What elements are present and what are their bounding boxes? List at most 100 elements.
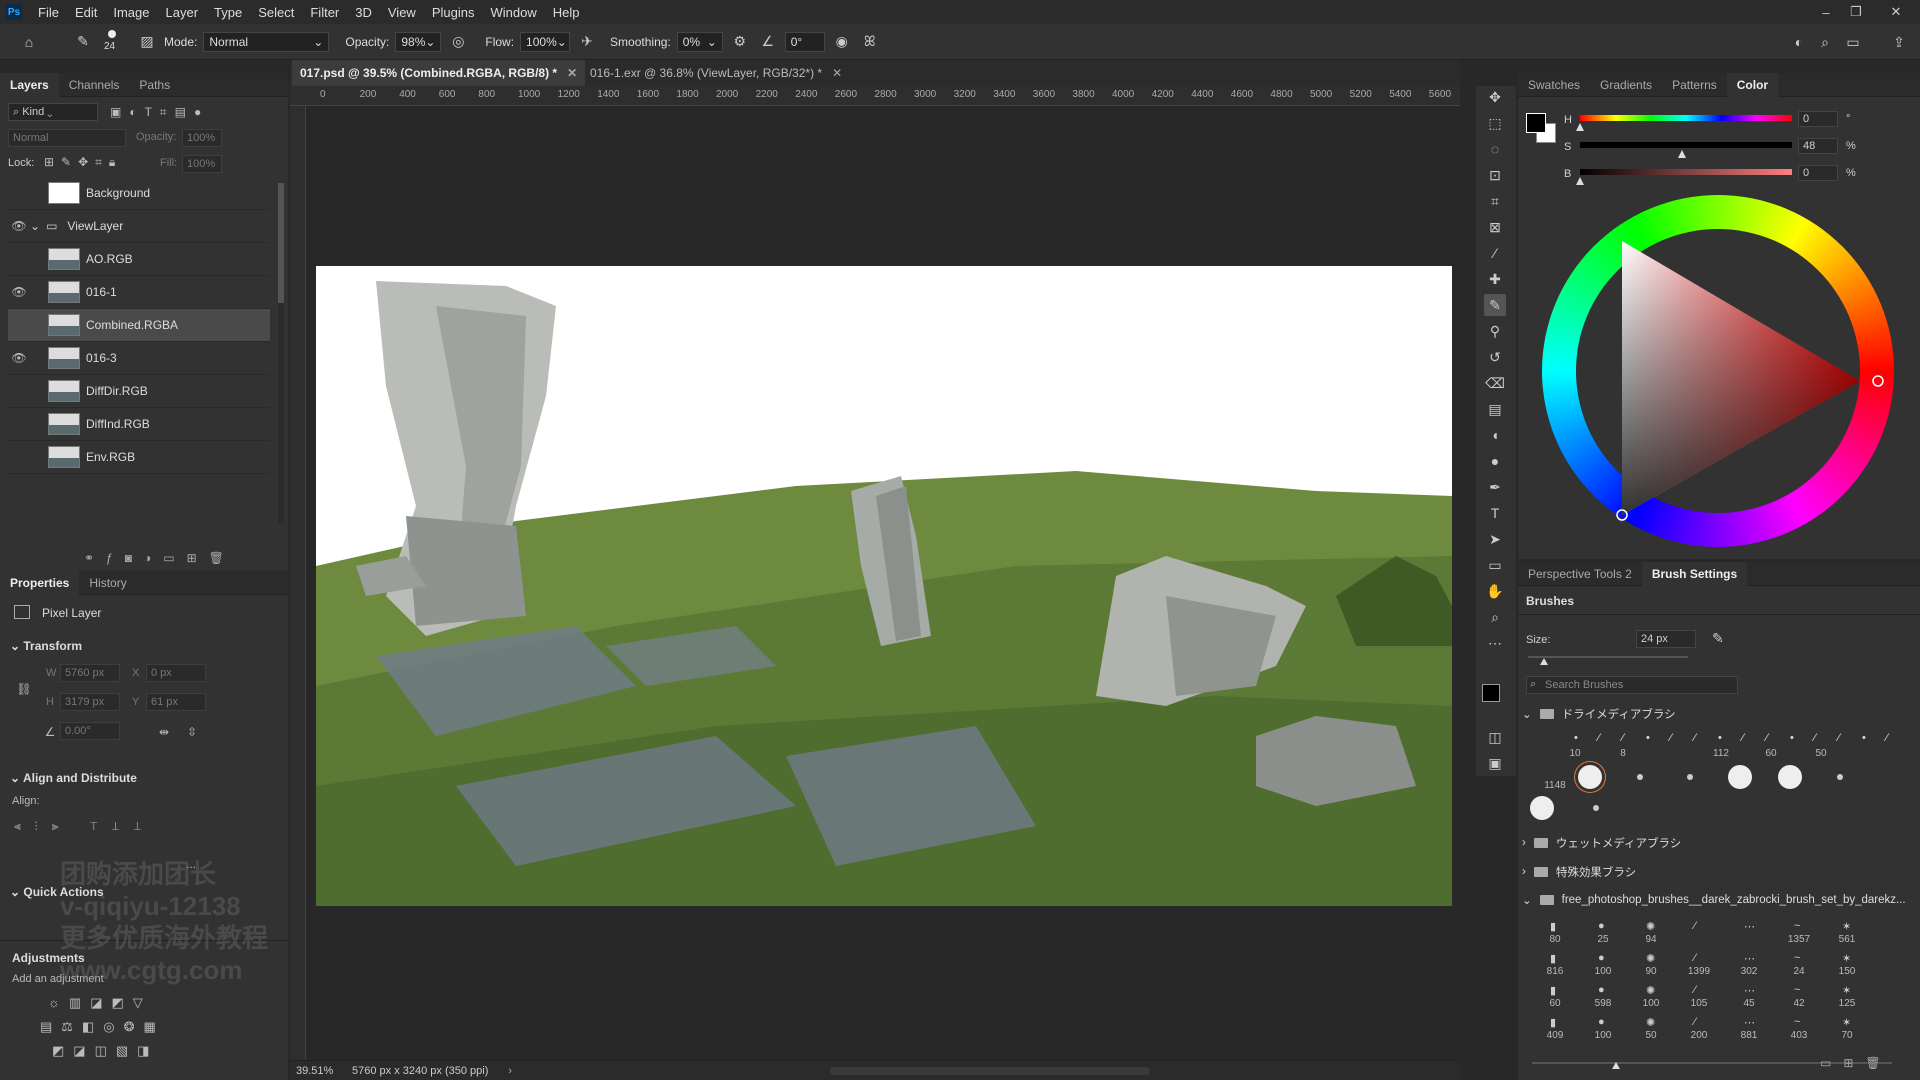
frame-tool-icon[interactable]: ⊠ [1484, 216, 1506, 238]
rectangle-tool-icon[interactable]: ▭ [1484, 554, 1506, 576]
move-tool-icon[interactable]: ✥ [1484, 86, 1506, 108]
lasso-tool-icon[interactable]: ◌ [1484, 138, 1506, 160]
eraser-tool-icon[interactable]: ⌫ [1484, 372, 1506, 394]
quick-actions-heading[interactable]: ⌄ Quick Actions [10, 885, 104, 899]
layer-filter-icons[interactable]: ▣◐T⌗▤● [110, 105, 209, 120]
more-align-button[interactable]: ... [186, 857, 196, 871]
mode-select[interactable]: Normal ⌄ [203, 31, 330, 52]
eye-icon[interactable]: 👁︎ [8, 219, 30, 233]
home-icon[interactable]: ⌂ [18, 31, 40, 53]
brush-tip-thumbnail[interactable]: ✺ [1646, 1016, 1655, 1029]
layer-row[interactable]: DiffDir.RGB [8, 375, 270, 408]
brush-tip-thumbnail[interactable]: ⋯ [1744, 984, 1755, 997]
layers-tab-channels[interactable]: Channels [59, 73, 130, 97]
brush-size-input[interactable]: 24 px [1636, 630, 1696, 648]
hand-tool-icon[interactable]: ✋ [1484, 580, 1506, 602]
width-field[interactable]: 5760 px [60, 664, 120, 682]
align-heading[interactable]: ⌄ Align and Distribute [10, 771, 137, 785]
search-icon[interactable]: ⌕ [1814, 31, 1836, 53]
user-icon[interactable]: ◐ [1788, 31, 1810, 53]
brush-tip-thumbnail[interactable]: ⁄ [1694, 920, 1696, 932]
brush-tip-round[interactable] [1578, 765, 1602, 789]
pressure-opacity-icon[interactable]: ◎ [447, 31, 469, 53]
brush-tip-thumbnail[interactable]: ● [1598, 984, 1605, 996]
menu-file[interactable]: File [30, 5, 67, 20]
brush-tip-thumbnail[interactable]: ✺ [1646, 952, 1655, 965]
brush-tip-thumbnail[interactable]: ✶ [1842, 952, 1851, 965]
eye-icon[interactable]: 👁︎ [8, 351, 30, 365]
brush-tip-thumbnail[interactable]: ~ [1794, 984, 1800, 996]
history-brush-icon[interactable]: ↺ [1484, 346, 1506, 368]
menu-layer[interactable]: Layer [158, 5, 207, 20]
brightness-value[interactable]: 0 [1798, 165, 1838, 181]
flip-horizontal-icon[interactable]: ⇹ [156, 724, 172, 740]
brush-tip-round[interactable] [1687, 774, 1693, 780]
flip-vertical-icon[interactable]: ⇳ [184, 724, 200, 740]
document-canvas-image[interactable] [316, 266, 1452, 906]
menu-edit[interactable]: Edit [67, 5, 105, 20]
brush-tip-thumbnail[interactable]: ⁄ [1766, 732, 1768, 744]
status-arrow-icon[interactable]: › [508, 1065, 512, 1077]
brush-tip-round[interactable] [1530, 796, 1554, 820]
layer-row[interactable]: AO.RGB [8, 243, 270, 276]
screen-mode-icon[interactable]: ▣ [1484, 752, 1506, 774]
brush-tip-thumbnail[interactable]: ✶ [1842, 920, 1851, 933]
brush-tip-thumbnail[interactable]: ▮ [1550, 984, 1556, 997]
layers-tab-layers[interactable]: Layers [0, 72, 59, 97]
brush-tip-thumbnail[interactable]: • [1862, 732, 1866, 744]
folder-special-effects[interactable]: › 特殊効果ブラシ [1522, 864, 1636, 880]
color-tab-swatches[interactable]: Swatches [1518, 73, 1590, 97]
saturation-slider-thumb[interactable] [1677, 150, 1686, 158]
zoom-level[interactable]: 39.51% [296, 1065, 344, 1077]
dodge-tool-icon[interactable]: ● [1484, 450, 1506, 472]
brush-tip-thumbnail[interactable]: ⋯ [1744, 920, 1755, 933]
brightness-slider[interactable] [1580, 169, 1792, 175]
properties-tab-history[interactable]: History [79, 571, 136, 595]
brush-tab-brush-settings[interactable]: Brush Settings [1641, 561, 1748, 586]
blur-tool-icon[interactable]: ◖ [1484, 424, 1506, 446]
folder-dry-media[interactable]: ⌄ ドライメディアブラシ [1522, 706, 1676, 722]
document-tab-017[interactable]: 017.psd @ 39.5% (Combined.RGBA, RGB/8) *… [292, 60, 586, 86]
layer-row[interactable]: Combined.RGBA [8, 309, 270, 342]
folder-wet-media[interactable]: › ウェットメディアブラシ [1522, 835, 1681, 851]
y-field[interactable]: 61 px [146, 693, 206, 711]
search-brushes-input[interactable]: Search Brushes [1526, 676, 1738, 694]
adjustment-icons-row2[interactable]: ▤⚖◧◎❂▦ [40, 1019, 165, 1035]
pen-tool-icon[interactable]: ✒ [1484, 476, 1506, 498]
workspace-icon[interactable]: ▭ [1842, 31, 1864, 53]
brush-tip-thumbnail[interactable]: ▮ [1550, 952, 1556, 965]
path-select-icon[interactable]: ➤ [1484, 528, 1506, 550]
menu-image[interactable]: Image [105, 5, 157, 20]
share-icon[interactable]: ⇪ [1888, 31, 1910, 53]
brush-preset-picker[interactable]: 24 [100, 27, 130, 57]
hue-value[interactable]: 0 [1798, 111, 1838, 127]
brush-tip-thumbnail[interactable]: ● [1598, 1016, 1605, 1028]
color-fg-swatch[interactable] [1526, 113, 1546, 133]
opacity-input[interactable]: 98% ⌄ [395, 31, 442, 52]
airbrush-icon[interactable]: ✈ [576, 31, 598, 53]
brush-tip-round[interactable] [1778, 765, 1802, 789]
brush-tip-thumbnail[interactable]: ⁄ [1838, 732, 1840, 744]
adjustment-icons-row3[interactable]: ◩◪◫▧◨ [52, 1043, 158, 1059]
gradient-tool-icon[interactable]: ▤ [1484, 398, 1506, 420]
properties-tab-properties[interactable]: Properties [0, 570, 80, 595]
brush-tip-thumbnail[interactable]: ⁄ [1694, 952, 1696, 964]
healing-brush-icon[interactable]: ✚ [1484, 268, 1506, 290]
brush-tip-thumbnail[interactable]: ⁄ [1814, 732, 1816, 744]
quick-mask-icon[interactable]: ◫ [1484, 726, 1506, 748]
eye-icon[interactable]: 👁︎ [8, 285, 30, 299]
brush-tip-thumbnail[interactable]: • [1574, 732, 1578, 744]
clone-stamp-icon[interactable]: ⚲ [1484, 320, 1506, 342]
brush-tip-thumbnail[interactable]: ~ [1794, 920, 1800, 932]
pressure-size-icon[interactable]: ◉ [831, 31, 853, 53]
marquee-tool-icon[interactable]: ⬚ [1484, 112, 1506, 134]
brush-tip-thumbnail[interactable]: • [1718, 732, 1722, 744]
layer-opacity-input[interactable]: 100% [182, 129, 222, 147]
brush-tip-round[interactable] [1837, 774, 1843, 780]
menu-window[interactable]: Window [482, 5, 544, 20]
hue-slider[interactable] [1580, 115, 1792, 121]
color-triangle[interactable] [1542, 195, 1894, 547]
lock-icons[interactable]: ⊞✎✥⌗🔒︎ [44, 155, 122, 170]
size-slider-thumb[interactable] [1540, 658, 1548, 665]
brush-tip-thumbnail[interactable]: ~ [1794, 1016, 1800, 1028]
